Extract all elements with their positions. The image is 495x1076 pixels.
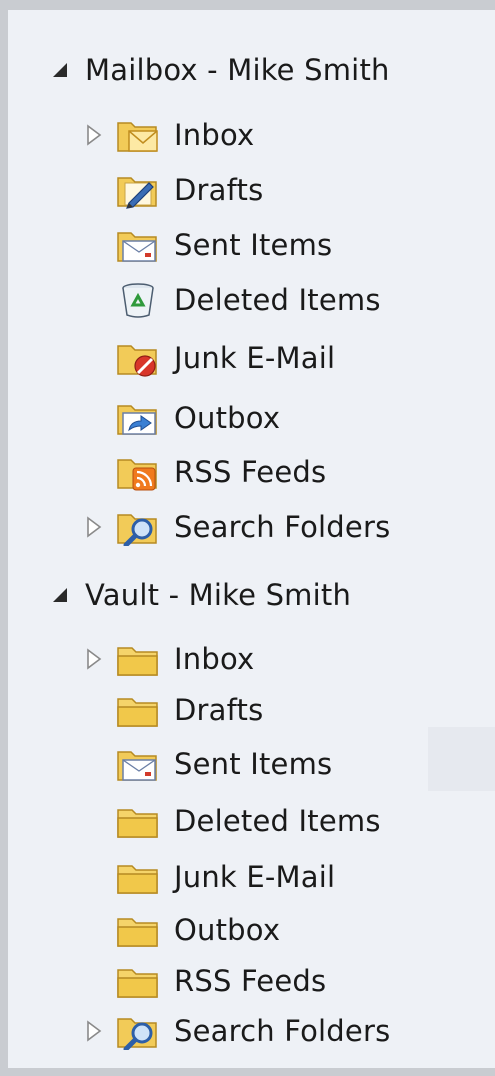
- folder-item-inbox[interactable]: Inbox: [86, 110, 254, 160]
- folder-item-search-folders[interactable]: Search Folders: [86, 502, 390, 552]
- folder-navigation-pane: Mailbox - Mike Smith Inbox Drafts Sent I…: [0, 0, 495, 1076]
- search-folder-icon: [114, 507, 162, 547]
- folder-label: Junk E-Mail: [174, 860, 336, 894]
- folder-label: Search Folders: [174, 510, 391, 544]
- folder-item-outbox[interactable]: Outbox: [86, 905, 280, 955]
- search-folder-icon: [114, 1011, 162, 1051]
- sent-items-folder-icon: [114, 225, 162, 265]
- collapse-triangle-icon[interactable]: [53, 63, 67, 77]
- folder-label: Sent Items: [174, 228, 333, 262]
- folder-item-search-folders[interactable]: Search Folders: [86, 1006, 390, 1056]
- folder-label: RSS Feeds: [174, 964, 327, 998]
- mailbox-node-mike-smith[interactable]: Mailbox - Mike Smith: [53, 45, 390, 95]
- inbox-envelope-folder-icon: [114, 115, 162, 155]
- mailbox-label: Vault - Mike Smith: [85, 578, 352, 612]
- folder-item-rss-feeds[interactable]: RSS Feeds: [86, 956, 326, 1006]
- outbox-arrow-folder-icon: [114, 398, 162, 438]
- folder-icon: [114, 801, 162, 841]
- drafts-pencil-folder-icon: [114, 170, 162, 210]
- folder-label: Drafts: [174, 173, 264, 207]
- folder-icon: [114, 910, 162, 950]
- folder-item-inbox[interactable]: Inbox: [86, 634, 254, 684]
- folder-item-sent-items[interactable]: Sent Items: [86, 739, 332, 789]
- folder-icon: [114, 690, 162, 730]
- expand-arrow-icon[interactable]: [86, 118, 108, 152]
- junk-blocked-folder-icon: [114, 338, 162, 378]
- mailbox-node-vault-mike-smith[interactable]: Vault - Mike Smith: [53, 570, 351, 620]
- folder-label: Search Folders: [174, 1014, 391, 1048]
- folder-label: Inbox: [174, 642, 255, 676]
- row-highlight: [428, 727, 495, 791]
- folder-icon: [114, 639, 162, 679]
- folder-label: Outbox: [174, 913, 281, 947]
- folder-label: Deleted Items: [174, 804, 381, 838]
- folder-item-rss-feeds[interactable]: RSS Feeds: [86, 447, 326, 497]
- folder-label: Inbox: [174, 118, 255, 152]
- expand-arrow-icon[interactable]: [86, 510, 108, 544]
- folder-icon: [114, 961, 162, 1001]
- folder-label: Sent Items: [174, 747, 333, 781]
- folder-label: RSS Feeds: [174, 455, 327, 489]
- folder-item-deleted-items[interactable]: Deleted Items: [86, 796, 381, 846]
- collapse-triangle-icon[interactable]: [53, 588, 67, 602]
- rss-feeds-folder-icon: [114, 452, 162, 492]
- sent-items-folder-icon: [114, 744, 162, 784]
- folder-icon: [114, 857, 162, 897]
- folder-item-junk-email[interactable]: Junk E-Mail: [86, 333, 335, 383]
- folder-label: Outbox: [174, 401, 281, 435]
- folder-item-sent-items[interactable]: Sent Items: [86, 220, 332, 270]
- folder-item-deleted-items[interactable]: Deleted Items: [86, 275, 381, 325]
- folder-item-junk-email[interactable]: Junk E-Mail: [86, 852, 335, 902]
- recycle-bin-icon: [114, 280, 162, 320]
- folder-item-drafts[interactable]: Drafts: [86, 685, 263, 735]
- folder-label: Junk E-Mail: [174, 341, 336, 375]
- folder-item-outbox[interactable]: Outbox: [86, 393, 280, 443]
- folder-item-drafts[interactable]: Drafts: [86, 165, 263, 215]
- folder-label: Deleted Items: [174, 283, 381, 317]
- mailbox-label: Mailbox - Mike Smith: [85, 53, 390, 87]
- expand-arrow-icon[interactable]: [86, 1014, 108, 1048]
- expand-arrow-icon[interactable]: [86, 642, 108, 676]
- folder-label: Drafts: [174, 693, 264, 727]
